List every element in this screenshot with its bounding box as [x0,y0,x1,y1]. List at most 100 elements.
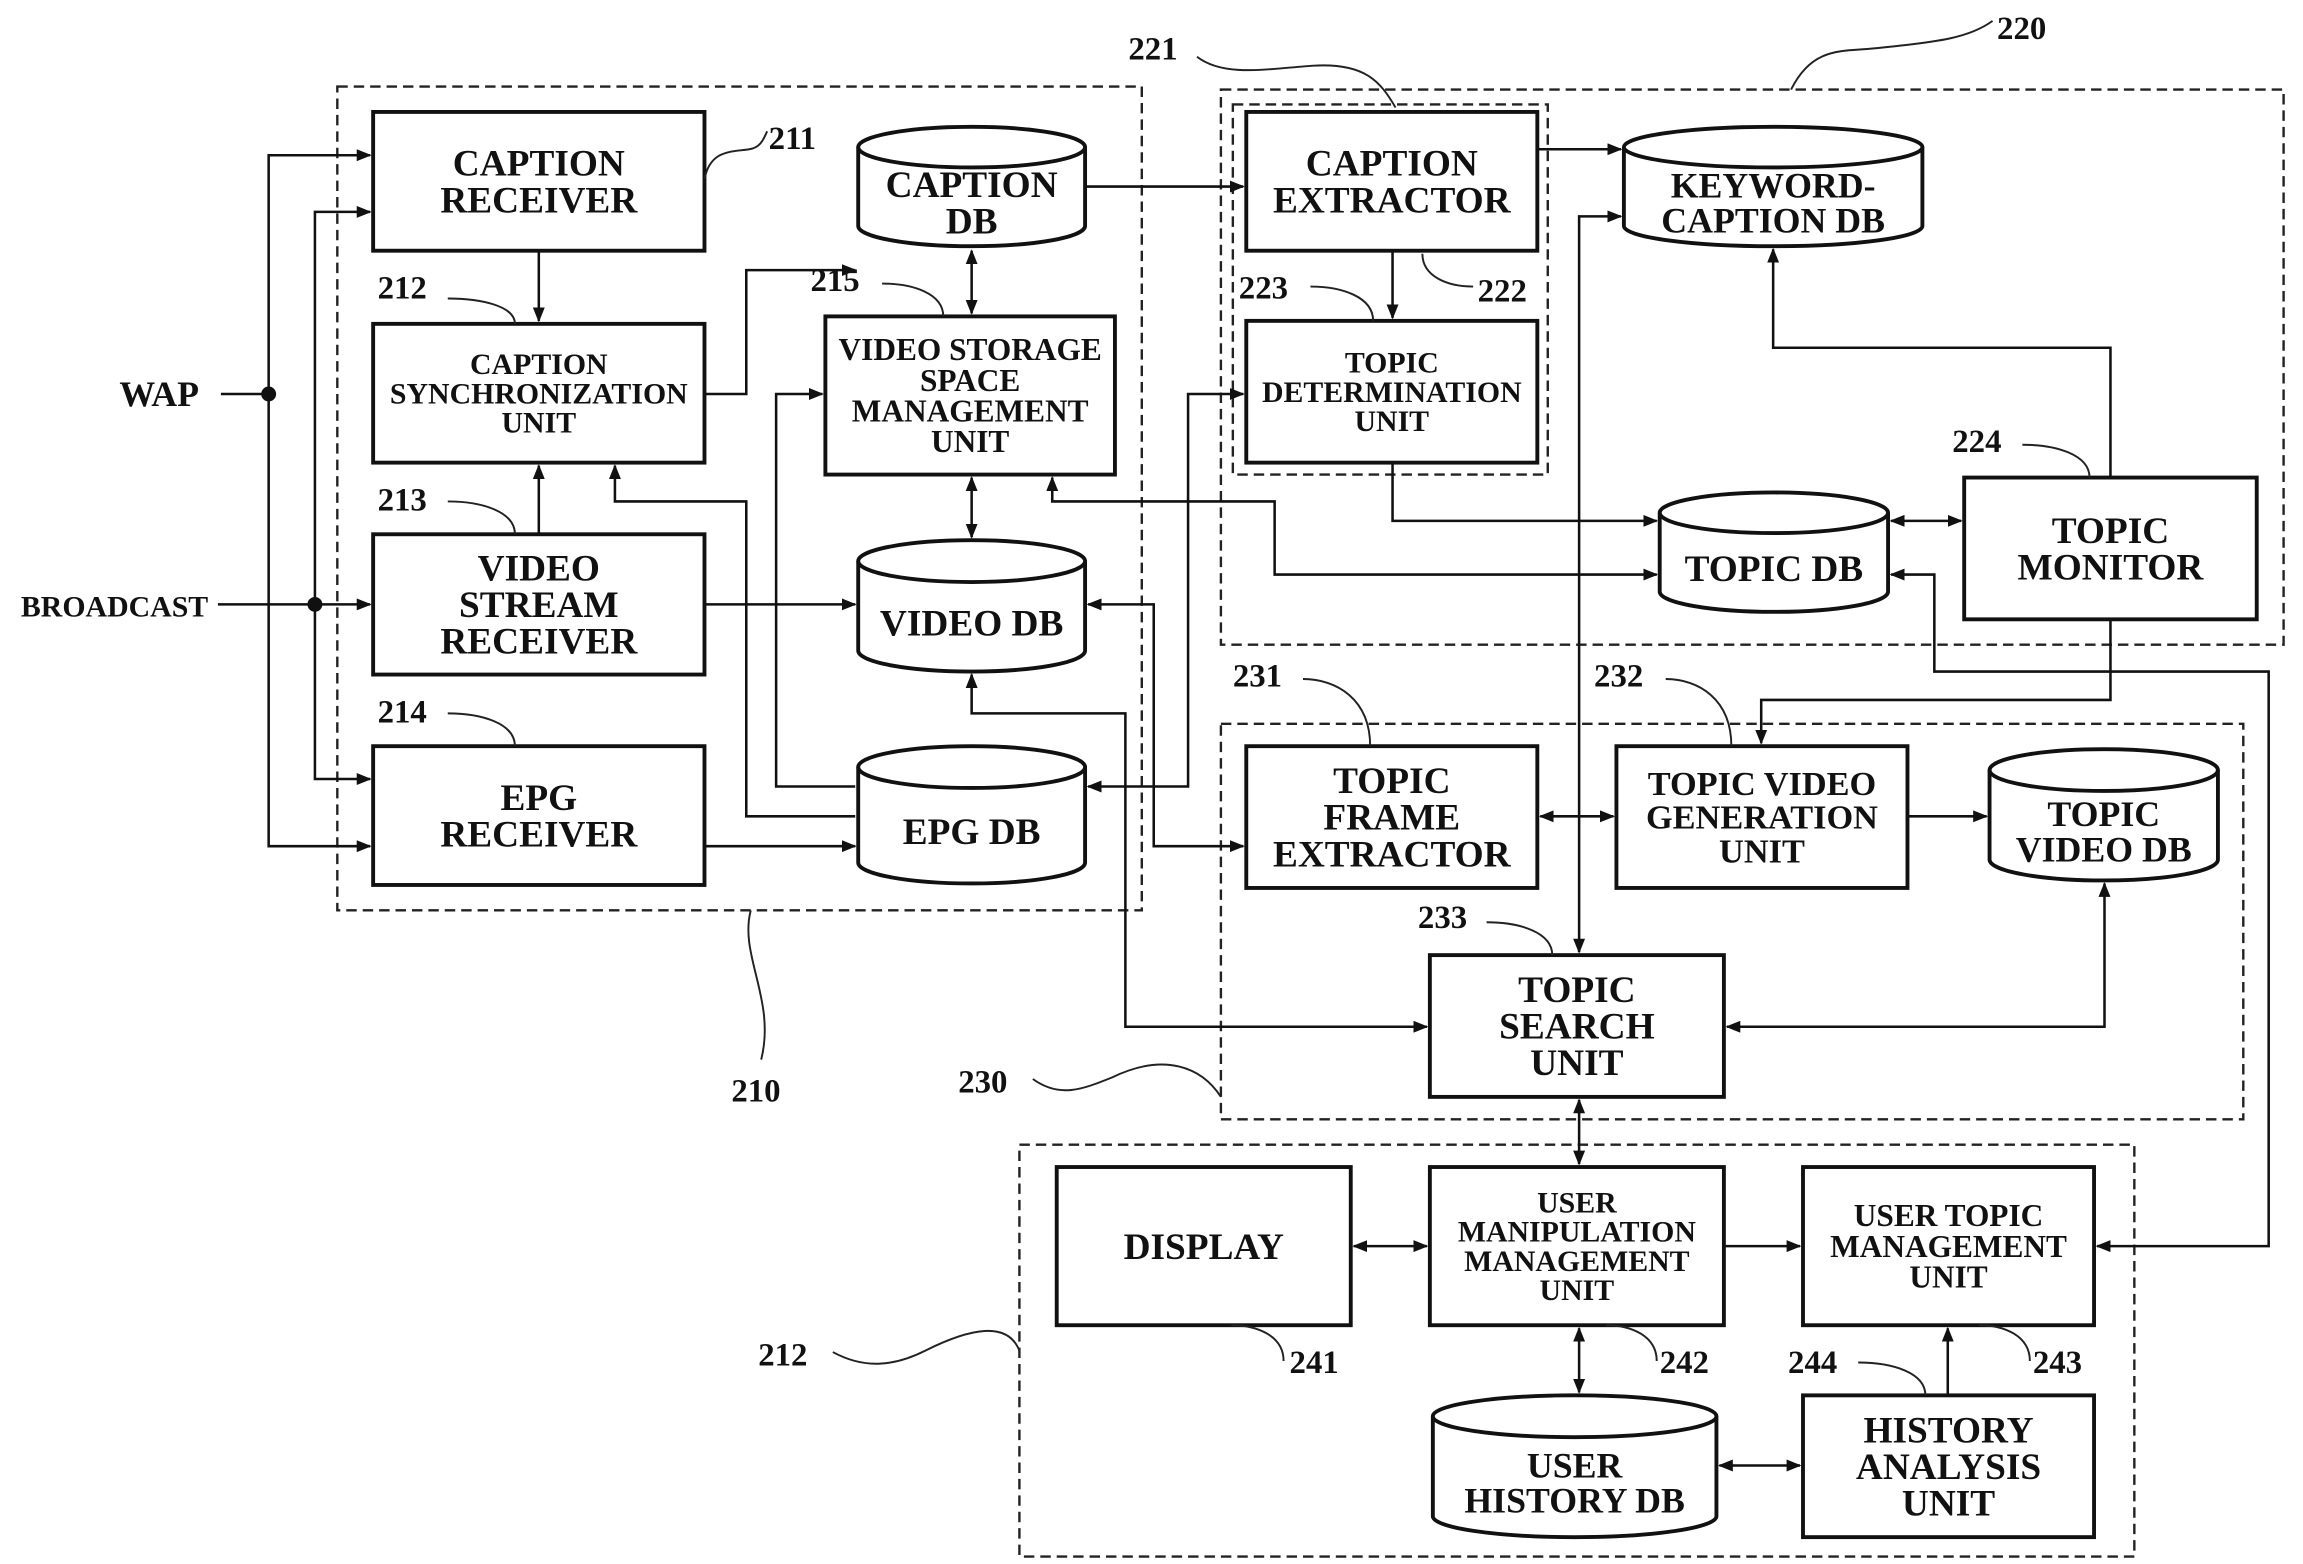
user-manipulation-label-line: MANIPULATION [1458,1216,1697,1249]
user-history-db-label-line: USER [1527,1446,1624,1486]
user-manipulation-block: USERMANIPULATIONMANAGEMENTUNIT 242 [1427,1165,1726,1381]
leader-242 [1605,1324,1658,1362]
keyword-caption-db-cylinder-top [1621,124,1925,170]
ref-244: 244 [1788,1345,1837,1381]
topic-monitor-label-line: MONITOR [2018,547,2205,588]
keyword-caption-db-label-line: KEYWORD- [1671,165,1876,205]
leader-211 [703,130,769,180]
user-history-db-cylinder-top [1430,1393,1719,1440]
caption-sync-label-line: CAPTION [470,348,608,381]
topic-determination-label-line: DETERMINATION [1262,376,1522,409]
leader-221 [1196,55,1397,108]
topic-frame-extractor-label-line: EXTRACTOR [1273,834,1512,875]
leader-210 [747,910,766,1060]
ref-223: 223 [1239,270,1288,306]
caption-extractor-label-line: CAPTION [1306,144,1478,185]
keyword-caption-db-label-line: CAPTION DB [1661,201,1885,241]
ref-212: 212 [378,270,427,306]
ref-231: 231 [1233,658,1282,694]
leader-244 [1858,1361,1927,1396]
topic-video-db-search-link [1725,881,2111,1033]
wap-label: WAP [119,374,199,414]
broadcast-to-caption-receiver [313,205,372,605]
leader-222 [1421,253,1474,288]
caption-sync-label-line: SYNCHRONIZATION [390,377,688,410]
leader-214 [447,712,516,747]
broadcast-label: BROADCAST [21,590,208,623]
caption-db-cylinder-top [856,124,1088,170]
leader-224 [2022,443,2091,478]
system-block-diagram: 210 220 221 230 212 WAP BROADCAST CAPTIO… [21,11,2285,1558]
caption-sync-label-line: UNIT [502,407,577,440]
leader-243 [1979,1324,2031,1362]
leader-215 [882,282,945,317]
topic-search-block: TOPICSEARCHUNIT 233 [1418,900,1726,1099]
topic-db-label-line: TOPIC DB [1685,549,1864,590]
video-db-database: VIDEO DB [856,538,1088,674]
storage-topic-db-link [1046,476,1659,581]
ref-243: 243 [2033,1345,2082,1381]
ref-224: 224 [1952,424,2001,460]
topic-video-generation-label-line: GENERATION [1646,799,1878,837]
caption-extractor-label-line: EXTRACTOR [1273,180,1512,221]
video-storage-label-line: UNIT [931,424,1009,459]
leader-230 [1032,1063,1222,1098]
epg-receiver-block: EPGRECEIVER 214 [371,694,707,887]
history-analysis-label-line: ANALYSIS [1856,1447,2041,1488]
topic-video-db-database: TOPICVIDEO DB [1987,747,2220,883]
topic-video-generation-block: TOPIC VIDEOGENERATIONUNIT 232 [1594,658,1910,890]
topic-frame-extractor-label-line: FRAME [1323,798,1460,839]
broadcast-to-epg-receiver [313,604,372,785]
caption-receiver-label-line: CAPTION [453,144,625,185]
user-manipulation-label-line: USER [1537,1186,1617,1219]
user-history-db-database: USERHISTORY DB [1430,1393,1719,1540]
ref-232: 232 [1594,658,1643,694]
wap-to-caption-receiver [267,149,372,394]
topic-video-db-label-line: VIDEO DB [2016,829,2192,869]
epg-db-label-line: EPG DB [903,812,1041,853]
video-stream-receiver-label-line: STREAM [459,585,619,626]
topic-video-db-label-line: TOPIC [2047,794,2160,834]
topic-search-label-line: SEARCH [1499,1007,1654,1048]
leader-241 [1231,1324,1285,1362]
topic-monitor-label-line: TOPIC [2052,511,2169,552]
topic-search-label-line: UNIT [1530,1043,1623,1084]
user-topic-management-label-line: UNIT [1909,1259,1987,1294]
determination-to-topic-db [1391,462,1659,527]
topic-video-generation-label-line: TOPIC VIDEO [1648,765,1877,803]
caption-receiver-label-line: RECEIVER [440,180,638,221]
nodes-layer: CAPTIONRECEIVER211CAPTIONSYNCHRONIZATION… [371,109,2259,1540]
ref-242: 242 [1660,1345,1709,1381]
topic-video-generation-label-line: UNIT [1719,832,1805,870]
ref-213: 213 [378,482,427,518]
ref-221: 221 [1128,32,1177,68]
leader-240 [832,1329,1021,1365]
display-block: DISPLAY 241 [1054,1165,1353,1381]
caption-db-label-line: DB [946,202,998,243]
ref-215: 215 [810,263,859,299]
ref-214: 214 [378,694,427,730]
caption-db-database: CAPTIONDB [856,124,1088,249]
caption-db-label-line: CAPTION [886,165,1058,206]
topic-determination-label-line: TOPIC [1345,347,1439,380]
ref-211: 211 [769,121,816,157]
leader-232 [1665,678,1733,747]
epg-receiver-label-line: EPG [500,778,577,819]
ref-240: 212 [758,1338,807,1374]
video-stream-receiver-label-line: RECEIVER [440,622,638,663]
topic-video-db-cylinder-top [1987,747,2220,793]
video-db-label-line: VIDEO DB [880,603,1063,644]
caption-receiver-block: CAPTIONRECEIVER 211 [371,109,816,253]
topic-determination-label-line: UNIT [1355,405,1430,438]
user-history-db-label-line: HISTORY DB [1464,1481,1685,1521]
leader-220 [1790,20,1994,90]
video-storage-block: VIDEO STORAGESPACEMANAGEMENTUNIT215 [810,263,1117,477]
ref-210: 210 [731,1073,780,1109]
leader-213 [447,500,516,535]
topic-search-label-line: TOPIC [1518,970,1635,1011]
ref-220: 220 [1997,11,2046,47]
topic-monitor-block: TOPICMONITOR 224 [1952,424,2259,622]
display-label-line: DISPLAY [1124,1227,1284,1268]
leader-233 [1486,921,1554,956]
ref-241: 241 [1290,1345,1339,1381]
